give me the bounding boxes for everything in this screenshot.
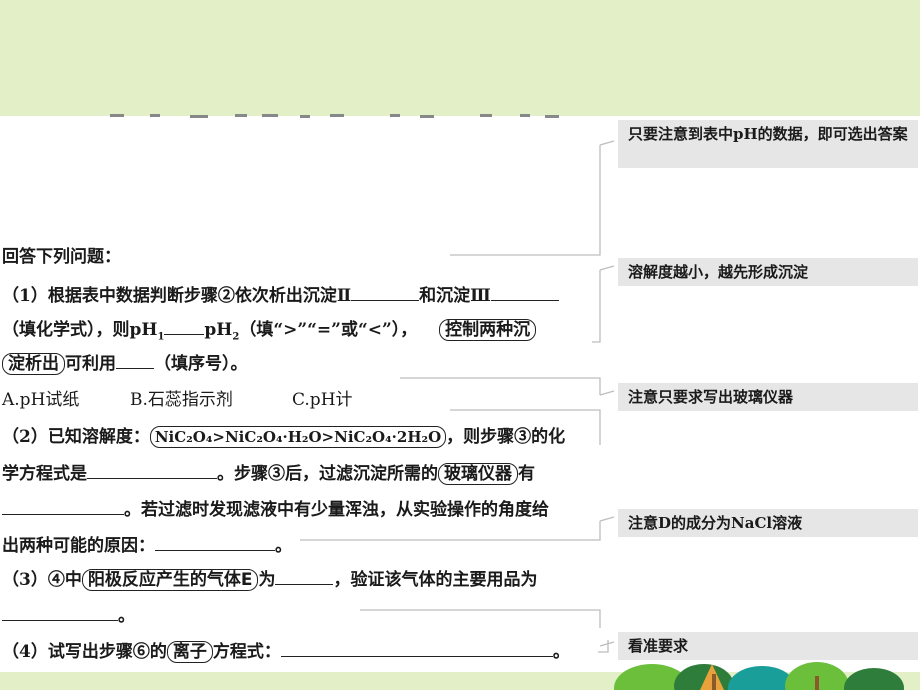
highlight-precipitation: 淀析出 xyxy=(2,353,65,375)
q2-text-d: 。步骤③后，过滤沉淀所需的 xyxy=(217,464,438,484)
q2-text-f: 。若过滤时发现滤液中有少量浑浊，从实验操作的角度给 xyxy=(124,500,549,520)
options-line: A.pH试纸 B.石蕊指示剂 C.pH计 xyxy=(2,389,353,411)
highlight-control-precipitation: 控制两种沉 xyxy=(439,319,537,341)
solubility-formula: NiC₂O₄>NiC₂O₄·H₂O>NiC₂O₄·2H₂O xyxy=(149,426,447,448)
highlight-ionic: 离子 xyxy=(166,641,213,663)
q2-text-h: 。 xyxy=(275,536,292,556)
slide-header-band xyxy=(0,0,920,116)
q2-text-g: 出两种可能的原因： xyxy=(2,536,155,556)
q1-text-b: 和沉淀Ⅲ xyxy=(419,286,491,306)
annotation-note-2: 溶解度越小，越先形成沉淀 xyxy=(618,258,918,286)
q3-text-b: 为 xyxy=(258,570,276,590)
blank-reasons xyxy=(155,534,275,551)
q2-text-c: 学方程式是 xyxy=(2,464,87,484)
blank-precipitate-2 xyxy=(351,284,420,301)
question-4-line: （4）试写出步骤⑥的 离子 方程式： 。 xyxy=(2,640,570,663)
q4-text-c: 。 xyxy=(552,642,570,662)
question-2-line-1: （2）已知溶解度： NiC₂O₄>NiC₂O₄·H₂O>NiC₂O₄·2H₂O ，则… xyxy=(2,426,565,448)
blank-verification xyxy=(2,604,118,621)
question-2-line-4: 出两种可能的原因： 。 xyxy=(2,534,292,557)
q1-text-g: （填序号）。 xyxy=(154,354,248,374)
q3-text-d: 。 xyxy=(118,606,135,626)
q2-text-e: 有 xyxy=(518,464,535,484)
annotation-note-1: 只要注意到表中pH的数据，即可选出答案 xyxy=(618,120,918,168)
blank-equation xyxy=(87,462,217,479)
q2-text-a: （2）已知溶解度： xyxy=(2,427,150,447)
blank-precipitate-3 xyxy=(490,284,559,301)
blank-glassware xyxy=(2,498,124,515)
question-3-line-2: 。 xyxy=(2,604,135,627)
question-1-line-1: （1）根据表中数据判断步骤②依次析出沉淀Ⅱ 和沉淀Ⅲ xyxy=(2,284,559,307)
highlight-anode-gas: 阳极反应产生的气体E xyxy=(81,569,259,591)
question-2-line-2: 学方程式是 。步骤③后，过滤沉淀所需的 玻璃仪器有 xyxy=(2,462,535,485)
q3-text-a: （3）④中 xyxy=(2,570,82,590)
option-b: B.石蕊指示剂 xyxy=(130,390,233,410)
q2-text-b: ，则步骤③的化 xyxy=(446,427,566,447)
q3-text-c: ，验证该气体的主要用品为 xyxy=(333,570,538,590)
decorative-trees-icon xyxy=(614,662,904,690)
intro-line: 回答下列问题： xyxy=(2,247,121,267)
question-2-line-3: 。若过滤时发现滤液中有少量浑浊，从实验操作的角度给 xyxy=(2,498,549,521)
blank-gas-e xyxy=(275,568,334,585)
q1-subscript-1: 1 xyxy=(157,331,165,343)
highlight-glassware: 玻璃仪器 xyxy=(438,463,518,485)
q1-text-e: （填“>”“=”或“<”）， xyxy=(239,320,418,340)
blank-ph-compare xyxy=(164,318,205,335)
q1-text-f: 可利用 xyxy=(65,354,116,374)
question-1-line-2: （填化学式），则pH1 pH2（填“>”“=”或“<”）， 控制两种沉 xyxy=(2,318,537,348)
question-1-line-3: 淀析出 可利用 （填序号）。 xyxy=(2,352,248,375)
q1-text-d: pH xyxy=(204,320,233,340)
q1-text-c: （填化学式），则pH xyxy=(2,320,158,340)
question-3-line-1: （3）④中 阳极反应产生的气体E 为 ，验证该气体的主要用品为 xyxy=(2,568,537,591)
q1-text-a: （1）根据表中数据判断步骤②依次析出沉淀Ⅱ xyxy=(2,286,352,306)
option-c: C.pH计 xyxy=(292,390,353,410)
blank-ionic-equation xyxy=(280,640,553,657)
blank-option-choice xyxy=(116,352,154,369)
faded-text-remnant xyxy=(110,114,559,118)
annotation-note-3: 注意只要求写出玻璃仪器 xyxy=(618,383,918,411)
q4-text-b: 方程式： xyxy=(212,642,281,662)
q4-text-a: （4）试写出步骤⑥的 xyxy=(2,642,167,662)
option-a: A.pH试纸 xyxy=(2,390,80,410)
annotation-note-4: 注意D的成分为NaCl溶液 xyxy=(618,509,918,537)
